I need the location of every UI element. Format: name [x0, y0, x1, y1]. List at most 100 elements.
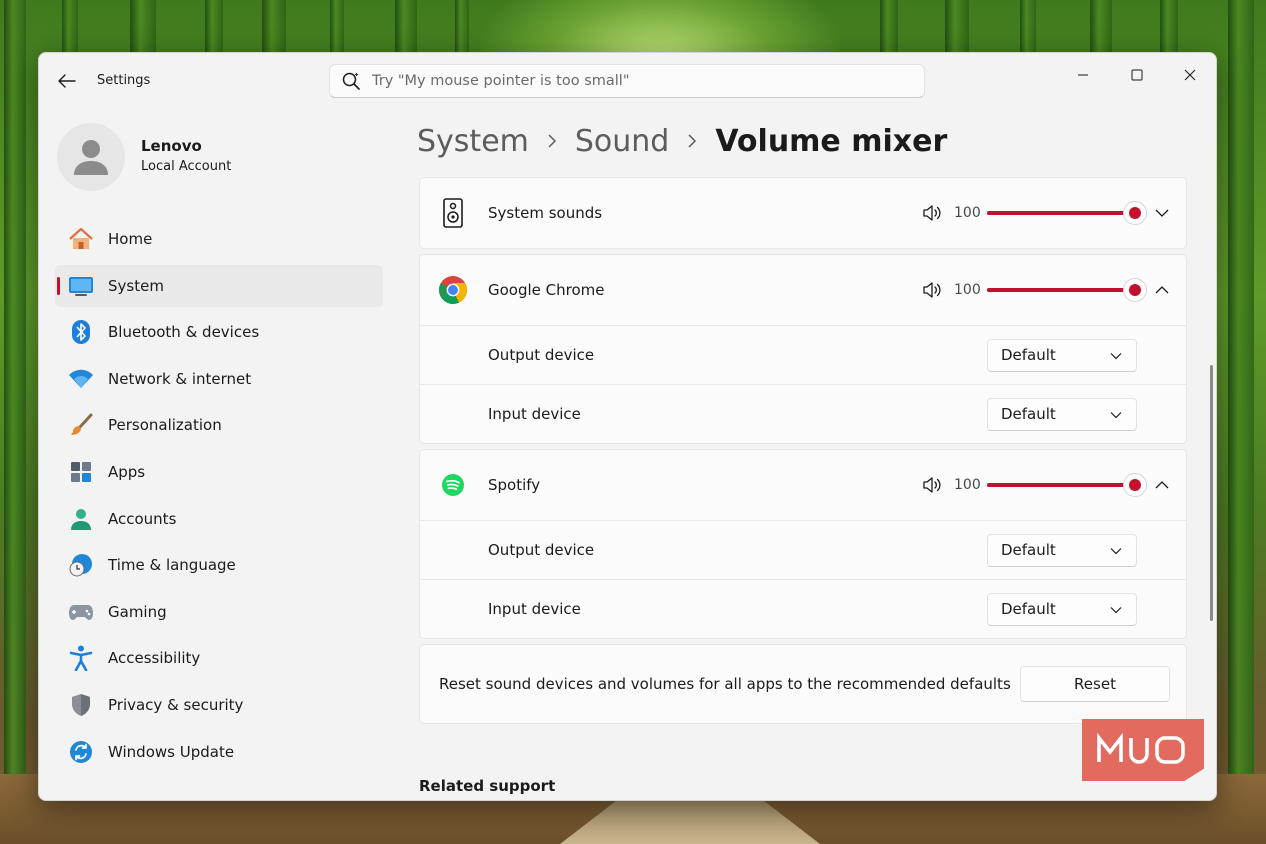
- bluetooth-icon: [68, 319, 94, 345]
- app-card-system-sounds: System sounds 100: [419, 177, 1187, 249]
- volume-icon[interactable]: [921, 475, 943, 495]
- volume-slider[interactable]: [987, 279, 1146, 301]
- sidebar-item-windows-update[interactable]: Windows Update: [55, 731, 383, 773]
- slider-fill: [987, 211, 1135, 215]
- update-icon: [68, 739, 94, 765]
- muo-watermark-logo: [1082, 719, 1204, 781]
- input-device-row: Input device Default: [420, 384, 1186, 443]
- volume-mixer-content: System sounds 100 Google Chrome 100 Outp…: [419, 177, 1187, 724]
- chevron-right-icon: [547, 134, 557, 148]
- sidebar-nav: Home System Bluetooth & devices Network …: [55, 218, 383, 777]
- app-title: Settings: [97, 73, 151, 88]
- chevron-down-icon: [1155, 209, 1169, 217]
- sidebar-item-label: Apps: [108, 462, 146, 481]
- sidebar-item-accounts[interactable]: Accounts: [55, 498, 383, 540]
- breadcrumb: System Sound Volume mixer: [417, 119, 947, 163]
- reset-card: Reset sound devices and volumes for all …: [419, 644, 1187, 724]
- collapse-button[interactable]: [1150, 473, 1174, 497]
- sidebar-item-apps[interactable]: Apps: [55, 451, 383, 493]
- volume-slider[interactable]: [987, 202, 1146, 224]
- accessibility-icon: [68, 645, 94, 672]
- sidebar-item-home[interactable]: Home: [55, 218, 383, 260]
- chevron-down-icon: [1108, 543, 1124, 559]
- sidebar-item-label: Privacy & security: [108, 695, 244, 714]
- app-card-spotify: Spotify 100 Output device Default Input …: [419, 449, 1187, 639]
- app-row-spotify[interactable]: Spotify 100: [420, 450, 1186, 520]
- user-avatar-icon: [74, 140, 108, 175]
- breadcrumb-sound[interactable]: Sound: [575, 124, 669, 159]
- collapse-button[interactable]: [1150, 278, 1174, 302]
- speaker-device-icon: [438, 198, 468, 228]
- sidebar-item-system[interactable]: System: [55, 264, 383, 307]
- chevron-up-icon: [1155, 286, 1169, 294]
- slider-thumb[interactable]: [1124, 279, 1146, 301]
- reset-description: Reset sound devices and volumes for all …: [439, 675, 1011, 693]
- app-row-google-chrome[interactable]: Google Chrome 100: [420, 255, 1186, 325]
- expand-button[interactable]: [1150, 201, 1174, 225]
- maximize-icon: [1131, 69, 1143, 81]
- sidebar-item-bluetooth[interactable]: Bluetooth & devices: [55, 311, 383, 353]
- brush-icon: [68, 412, 94, 438]
- spotify-icon: [438, 470, 468, 500]
- close-button[interactable]: [1167, 59, 1213, 91]
- sidebar-item-time-language[interactable]: Time & language: [55, 544, 383, 586]
- back-button[interactable]: [53, 69, 81, 93]
- wifi-icon: [68, 366, 94, 392]
- volume-value: 100: [954, 205, 981, 221]
- chevron-up-icon: [1155, 481, 1169, 489]
- volume-icon[interactable]: [921, 203, 943, 223]
- reset-button[interactable]: Reset: [1020, 666, 1170, 702]
- sidebar-item-label: Network & internet: [108, 369, 252, 388]
- chevron-down-icon: [1108, 407, 1124, 423]
- input-device-dropdown[interactable]: Default: [987, 397, 1137, 431]
- settings-window: Settings Try "My mouse pointer is too sm…: [38, 52, 1217, 801]
- avatar: [57, 123, 125, 191]
- chevron-down-icon: [1108, 348, 1124, 364]
- output-device-dropdown[interactable]: Default: [987, 338, 1137, 372]
- dropdown-value: Default: [1001, 405, 1056, 423]
- home-icon: [68, 226, 94, 252]
- title-bar: Settings Try "My mouse pointer is too sm…: [39, 53, 1216, 109]
- volume-value: 100: [954, 282, 981, 298]
- user-profile[interactable]: Lenovo Local Account: [57, 123, 357, 191]
- app-name: Google Chrome: [488, 281, 605, 299]
- chevron-down-icon: [1108, 602, 1124, 618]
- apps-icon: [68, 459, 94, 485]
- clock-globe-icon: [68, 552, 94, 578]
- breadcrumb-system[interactable]: System: [417, 124, 529, 159]
- sidebar-item-label: Windows Update: [108, 742, 235, 761]
- sidebar-item-label: Bluetooth & devices: [108, 323, 260, 342]
- slider-thumb[interactable]: [1124, 474, 1146, 496]
- sidebar-item-label: System: [108, 276, 164, 295]
- search-box[interactable]: Try "My mouse pointer is too small": [329, 64, 925, 98]
- volume-value: 100: [954, 477, 981, 493]
- sidebar-item-accessibility[interactable]: Accessibility: [55, 637, 383, 679]
- input-device-dropdown[interactable]: Default: [987, 592, 1137, 626]
- gamepad-icon: [68, 599, 94, 625]
- dropdown-value: Default: [1001, 346, 1056, 364]
- related-support-heading: Related support: [419, 777, 556, 795]
- slider-thumb[interactable]: [1124, 202, 1146, 224]
- sidebar-item-personalization[interactable]: Personalization: [55, 404, 383, 446]
- app-row-system-sounds[interactable]: System sounds 100: [420, 178, 1186, 248]
- input-device-label: Input device: [488, 600, 581, 618]
- sidebar-item-network[interactable]: Network & internet: [55, 358, 383, 400]
- app-name: System sounds: [488, 204, 603, 222]
- scrollbar[interactable]: [1210, 365, 1213, 621]
- sidebar-item-gaming[interactable]: Gaming: [55, 591, 383, 633]
- sidebar-item-privacy[interactable]: Privacy & security: [55, 684, 383, 726]
- close-icon: [1184, 69, 1196, 81]
- minimize-button[interactable]: [1060, 59, 1106, 91]
- input-device-row: Input device Default: [420, 579, 1186, 638]
- volume-icon[interactable]: [921, 280, 943, 300]
- search-input[interactable]: Try "My mouse pointer is too small": [372, 73, 630, 89]
- back-arrow-icon: [58, 74, 76, 88]
- sidebar-item-label: Gaming: [108, 602, 167, 621]
- maximize-button[interactable]: [1114, 59, 1160, 91]
- sidebar-item-label: Accessibility: [108, 649, 201, 668]
- volume-slider[interactable]: [987, 474, 1146, 496]
- accounts-icon: [68, 506, 94, 532]
- output-device-dropdown[interactable]: Default: [987, 533, 1137, 567]
- minimize-icon: [1078, 74, 1088, 76]
- page-title: Volume mixer: [715, 123, 948, 159]
